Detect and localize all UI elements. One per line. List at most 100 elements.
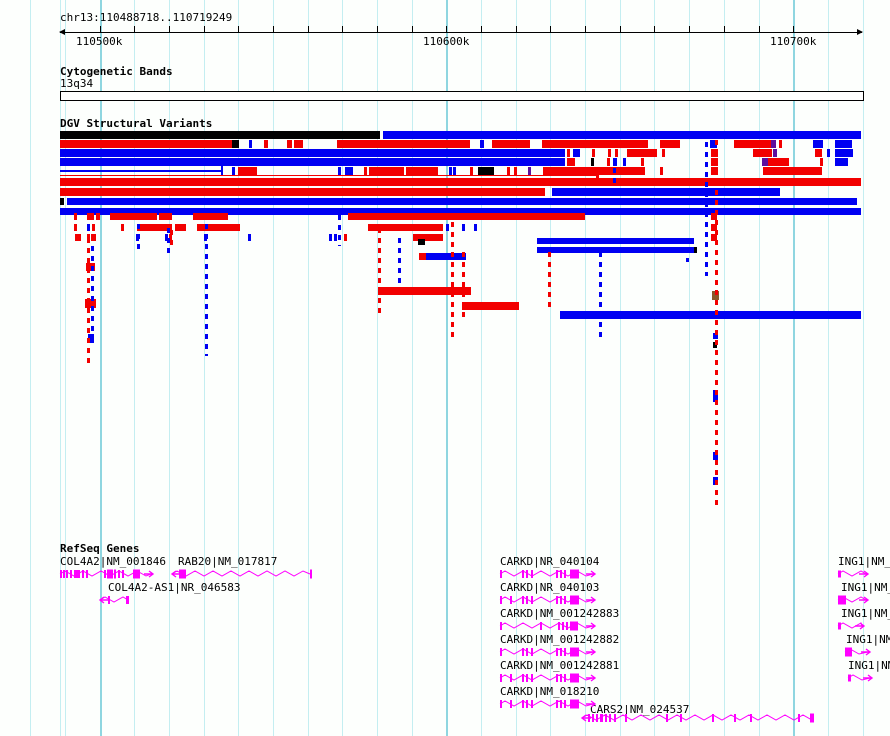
gene-exon[interactable]: [70, 570, 72, 578]
gene-exon[interactable]: [104, 570, 106, 578]
gene-exon[interactable]: [712, 714, 714, 722]
gene-exon[interactable]: [500, 596, 502, 604]
gene-exon[interactable]: [605, 714, 607, 722]
gene-exon[interactable]: [522, 648, 524, 656]
gene-exon[interactable]: [500, 570, 502, 578]
gene-exon[interactable]: [570, 621, 578, 631]
gene-exon[interactable]: [570, 569, 579, 579]
gene-model[interactable]: [499, 621, 597, 631]
gene-exon[interactable]: [570, 595, 579, 605]
gene-exon[interactable]: [556, 700, 558, 708]
gene-model[interactable]: [499, 647, 597, 657]
gene-exon[interactable]: [122, 570, 124, 578]
gene-exon[interactable]: [560, 570, 562, 578]
gene-exon[interactable]: [531, 596, 533, 604]
gene-model[interactable]: [844, 647, 872, 657]
gene-exon[interactable]: [522, 596, 524, 604]
gene-exon[interactable]: [60, 570, 62, 578]
gene-exon[interactable]: [500, 648, 502, 656]
gene-exon[interactable]: [838, 622, 841, 630]
gene-exon[interactable]: [564, 700, 566, 708]
gene-model[interactable]: [499, 699, 597, 709]
gene-exon[interactable]: [750, 714, 752, 722]
gene-exon[interactable]: [510, 674, 512, 682]
gene-model[interactable]: [837, 570, 870, 578]
gene-exon[interactable]: [107, 569, 113, 579]
gene-model[interactable]: [170, 569, 312, 579]
gene-exon[interactable]: [510, 596, 512, 604]
gene-model[interactable]: [499, 673, 597, 683]
gene-exon[interactable]: [540, 622, 542, 630]
gene-exon[interactable]: [564, 570, 566, 578]
gene-exon[interactable]: [564, 648, 566, 656]
gene-model[interactable]: [59, 569, 155, 579]
gene-exon[interactable]: [734, 714, 736, 722]
gene-exon[interactable]: [310, 569, 312, 579]
gene-exon[interactable]: [560, 674, 562, 682]
gene-exon[interactable]: [114, 569, 116, 579]
gene-exon[interactable]: [600, 714, 603, 722]
gene-exon[interactable]: [614, 714, 616, 722]
gene-exon[interactable]: [118, 570, 120, 578]
gene-exon[interactable]: [526, 674, 528, 682]
gene-exon[interactable]: [560, 596, 562, 604]
gene-model[interactable]: [847, 674, 874, 682]
gene-exon[interactable]: [531, 648, 533, 656]
gene-exon[interactable]: [566, 622, 568, 630]
gene-exon[interactable]: [531, 674, 533, 682]
gene-exon[interactable]: [526, 596, 528, 604]
gene-exon[interactable]: [570, 673, 579, 683]
gene-exon[interactable]: [556, 596, 558, 604]
gene-model[interactable]: [837, 622, 866, 630]
gene-exon[interactable]: [526, 648, 528, 656]
gene-exon[interactable]: [838, 595, 846, 605]
gene-exon[interactable]: [126, 596, 129, 604]
gene-exon[interactable]: [522, 700, 524, 708]
gene-model[interactable]: [837, 595, 870, 605]
gene-exon[interactable]: [108, 596, 110, 604]
gene-exon[interactable]: [798, 714, 800, 722]
gene-exon[interactable]: [526, 700, 528, 708]
gene-exon[interactable]: [625, 714, 627, 722]
gene-exon[interactable]: [500, 674, 502, 682]
gene-exon[interactable]: [564, 596, 566, 604]
gene-exon[interactable]: [848, 674, 851, 682]
gene-exon[interactable]: [558, 622, 560, 630]
gene-exon[interactable]: [588, 714, 590, 722]
gene-exon[interactable]: [531, 570, 533, 578]
gene-exon[interactable]: [66, 570, 68, 578]
gene-exon[interactable]: [564, 674, 566, 682]
gene-exon[interactable]: [680, 714, 682, 722]
gene-model[interactable]: [580, 713, 814, 723]
gene-exon[interactable]: [810, 713, 814, 723]
gene-exon[interactable]: [522, 674, 524, 682]
gene-exon[interactable]: [556, 648, 558, 656]
gene-exon[interactable]: [570, 699, 579, 709]
gene-exon[interactable]: [609, 714, 611, 722]
gene-exon[interactable]: [556, 674, 558, 682]
gene-exon[interactable]: [510, 700, 512, 708]
gene-exon[interactable]: [500, 700, 502, 708]
gene-exon[interactable]: [63, 570, 65, 578]
gene-exon[interactable]: [82, 570, 84, 578]
gene-model[interactable]: [499, 595, 597, 605]
gene-exon[interactable]: [845, 647, 852, 657]
gene-exon[interactable]: [592, 714, 594, 722]
gene-exon[interactable]: [562, 622, 564, 630]
gene-exon[interactable]: [526, 570, 528, 578]
gene-model[interactable]: [499, 569, 597, 579]
gene-exon[interactable]: [666, 714, 668, 722]
gene-exon[interactable]: [74, 570, 80, 578]
gene-exon[interactable]: [179, 569, 186, 579]
gene-exon[interactable]: [556, 570, 558, 578]
gene-exon[interactable]: [531, 700, 533, 708]
gene-exon[interactable]: [560, 648, 562, 656]
gene-exon[interactable]: [500, 622, 502, 630]
gene-exon[interactable]: [133, 569, 140, 579]
gene-exon[interactable]: [596, 714, 598, 722]
gene-exon[interactable]: [560, 700, 562, 708]
gene-exon[interactable]: [838, 570, 841, 578]
gene-model[interactable]: [98, 596, 129, 604]
gene-exon[interactable]: [86, 570, 88, 578]
gene-exon[interactable]: [570, 647, 579, 657]
